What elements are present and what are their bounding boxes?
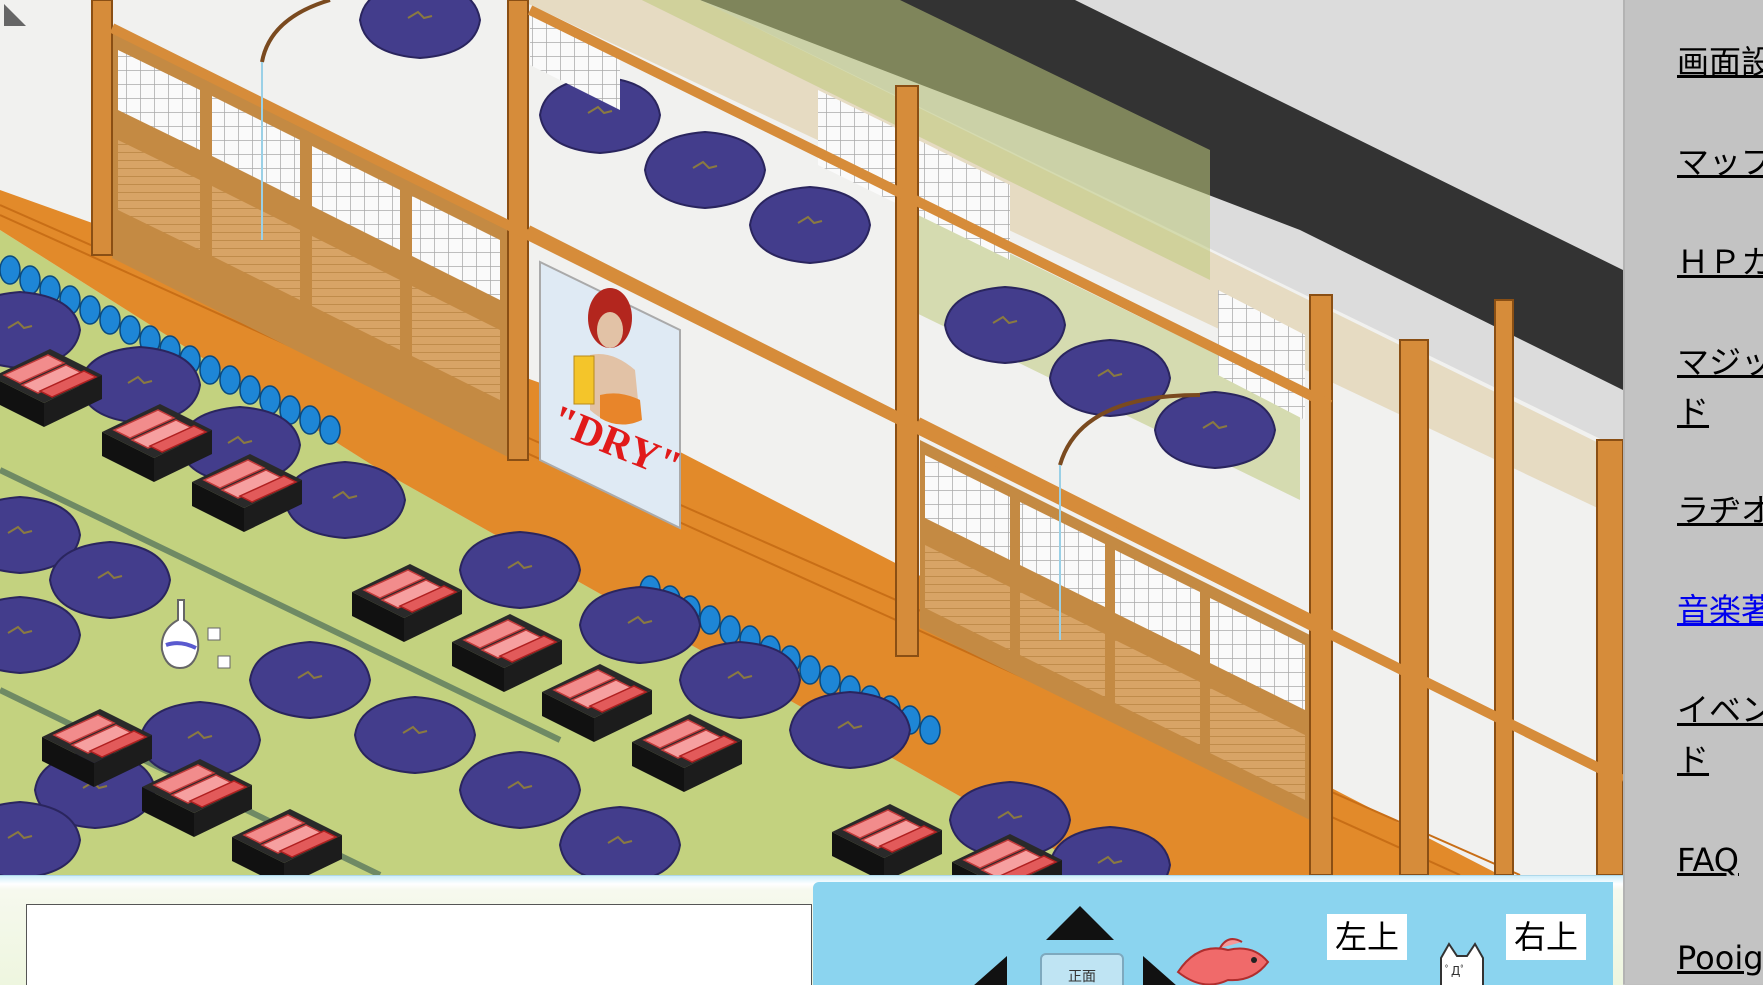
chat-input[interactable] <box>26 904 812 985</box>
navigation-pad: 正面 左上 右上 ﾟДﾟ <box>813 882 1613 985</box>
sidebar-link-event[interactable]: イベン <box>1677 688 1763 732</box>
sidebar-link-faq[interactable]: FAQ <box>1677 838 1739 882</box>
cat-avatar-icon: ﾟДﾟ <box>1433 940 1491 985</box>
sidebar-menu: 画面設 マップ ＨＰカ マジッ ド ラヂオ 音楽著 イベン ド FAQ Pooi… <box>1623 0 1763 984</box>
game-viewport[interactable]: "DRY" <box>0 0 1623 875</box>
control-panel: 正面 左上 右上 ﾟДﾟ <box>0 875 1623 985</box>
sidebar-link-hp-card[interactable]: ＨＰカ <box>1677 240 1763 284</box>
sidebar-link-radio[interactable]: ラヂオ <box>1677 488 1763 532</box>
sidebar-link-music-copyright[interactable]: 音楽著 <box>1677 588 1763 632</box>
sidebar-link-event-cont[interactable]: ド <box>1677 738 1709 782</box>
collapse-corner-icon[interactable] <box>0 0 30 30</box>
move-up-arrow-icon[interactable] <box>1046 906 1114 940</box>
room-scene: "DRY" <box>0 0 1623 875</box>
face-front-button[interactable]: 正面 <box>1040 953 1124 985</box>
upper-right-button[interactable]: 右上 <box>1506 914 1586 960</box>
sidebar-link-pooig[interactable]: Pooig <box>1677 936 1763 980</box>
cat-face-text: ﾟДﾟ <box>1445 964 1467 978</box>
sidebar-link-screen-settings[interactable]: 画面設 <box>1677 40 1763 84</box>
upper-left-button[interactable]: 左上 <box>1327 914 1407 960</box>
sidebar-link-magic-card[interactable]: マジッ <box>1677 340 1763 384</box>
move-left-arrow-icon[interactable] <box>973 956 1007 985</box>
sidebar-link-map[interactable]: マップ <box>1677 140 1763 184</box>
sidebar-link-magic-card-cont[interactable]: ド <box>1677 390 1709 434</box>
koi-fish-icon <box>1176 938 1270 985</box>
